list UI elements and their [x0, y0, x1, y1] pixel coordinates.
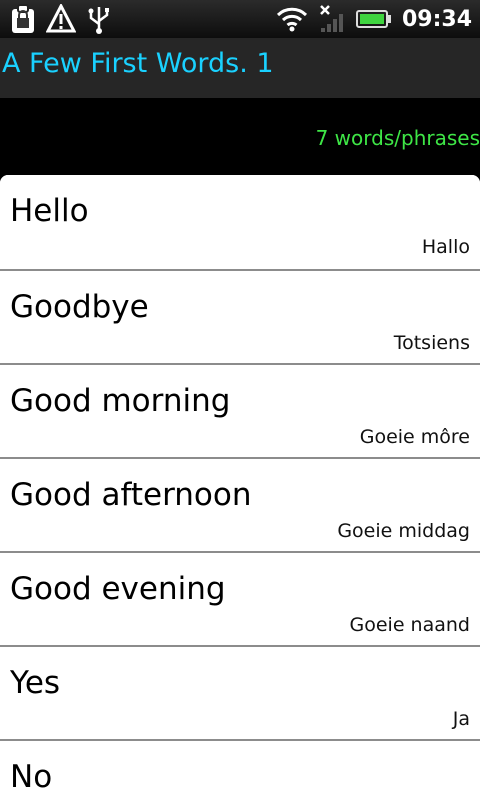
status-right-icons: 09:34 — [276, 0, 472, 38]
english-phrase: Yes — [10, 665, 61, 701]
english-phrase: No — [10, 759, 53, 795]
list-item[interactable]: Good afternoon Goeie middag — [0, 459, 480, 553]
warning-icon — [46, 4, 76, 34]
afrikaans-translation: Hallo — [421, 236, 470, 258]
afrikaans-translation: Goeie naand — [349, 614, 470, 636]
phrase-list: Hello Hallo Goodbye Totsiens Good mornin… — [0, 175, 480, 800]
list-item[interactable]: Hello Hallo — [0, 175, 480, 271]
list-item[interactable]: Yes Ja — [0, 647, 480, 741]
count-bar: 7 words/phrases — [0, 98, 480, 174]
list-item[interactable]: Good morning Goeie môre — [0, 365, 480, 459]
status-left-icons — [10, 4, 112, 34]
afrikaans-translation: Goeie môre — [359, 426, 470, 448]
list-item[interactable]: Goodbye Totsiens — [0, 271, 480, 365]
afrikaans-translation: Totsiens — [393, 332, 470, 354]
list-item[interactable]: No — [0, 741, 480, 800]
battery-icon — [355, 9, 392, 29]
afrikaans-translation: Goeie middag — [337, 520, 470, 542]
clipboard-icon — [10, 4, 36, 34]
english-phrase: Good morning — [10, 383, 231, 419]
english-phrase: Goodbye — [10, 289, 149, 325]
english-phrase: Hello — [10, 193, 89, 229]
status-time: 09:34 — [401, 6, 472, 32]
usb-icon — [86, 4, 112, 34]
afrikaans-translation: Ja — [452, 708, 470, 730]
page-title: A Few First Words. 1 — [2, 48, 274, 79]
status-bar: 09:34 — [0, 0, 480, 38]
list-item[interactable]: Good evening Goeie naand — [0, 553, 480, 647]
english-phrase: Good afternoon — [10, 477, 252, 513]
wifi-icon — [276, 6, 308, 32]
no-signal-icon — [318, 4, 346, 34]
english-phrase: Good evening — [10, 571, 226, 607]
title-bar: A Few First Words. 1 — [0, 38, 480, 98]
word-count-label: 7 words/phrases — [315, 126, 480, 150]
